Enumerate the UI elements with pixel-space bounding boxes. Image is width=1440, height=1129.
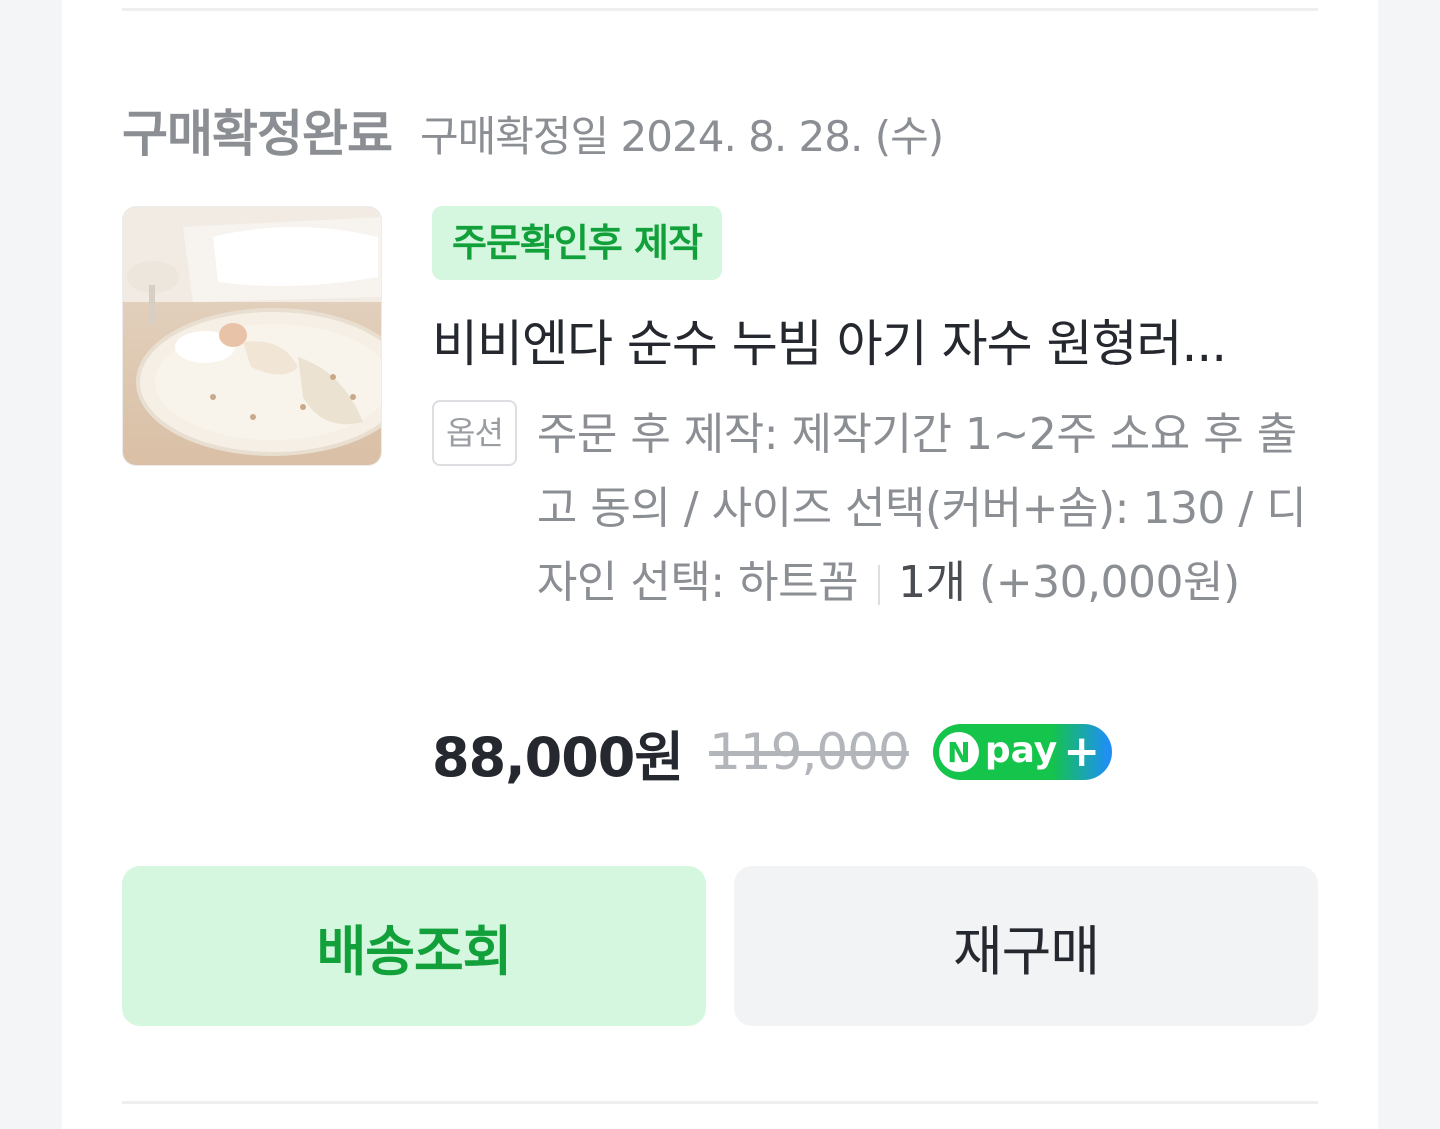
order-status: 구매확정완료	[122, 105, 393, 163]
product-name[interactable]: 비비엔다 순수 누빔 아기 자수 원형러...	[432, 304, 1302, 376]
bottom-divider	[122, 1101, 1318, 1104]
option-quantity: 1개	[898, 557, 966, 608]
sale-price: 88,000원	[432, 725, 684, 789]
option-detail: 주문 후 제작: 제작기간 1~2주 소요 후 출고 동의 / 사이즈 선택(커…	[537, 398, 1307, 620]
option-row: 옵션 주문 후 제작: 제작기간 1~2주 소요 후 출고 동의 / 사이즈 선…	[432, 398, 1322, 620]
product-photo	[123, 207, 381, 465]
order-card: 구매확정완료 구매확정일 2024. 8. 28. (수) 주문확인후 제작 비…	[62, 0, 1378, 1129]
product-info: 주문확인후 제작 비비엔다 순수 누빔 아기 자수 원형러... 옵션 주문 후…	[432, 206, 1322, 620]
top-divider	[122, 8, 1318, 11]
option-separator	[878, 565, 881, 605]
made-to-order-badge: 주문확인후 제작	[432, 206, 722, 280]
option-extra-price: (+30,000원)	[979, 557, 1240, 608]
track-delivery-button[interactable]: 배송조회	[122, 866, 706, 1026]
original-price: 119,000	[709, 723, 910, 781]
npay-label: pay	[984, 729, 1058, 771]
confirm-date: 구매확정일 2024. 8. 28. (수)	[420, 112, 944, 161]
order-status-row: 구매확정완료 구매확정일 2024. 8. 28. (수)	[122, 94, 944, 164]
price-row: 88,000원 119,000 N pay +	[432, 712, 1113, 792]
product-thumbnail[interactable]	[122, 206, 382, 466]
option-tag: 옵션	[432, 400, 517, 466]
npay-plus-badge: N pay +	[932, 724, 1113, 780]
npay-n-icon: N	[938, 732, 979, 772]
plus-icon: +	[1063, 726, 1101, 777]
rebuy-button[interactable]: 재구매	[734, 866, 1318, 1026]
